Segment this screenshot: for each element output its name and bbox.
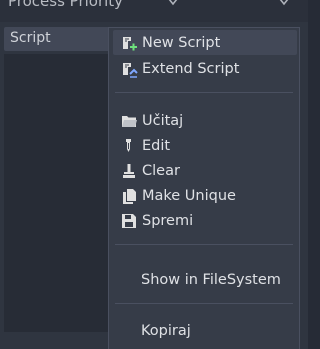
script-property-field[interactable]: Script: [4, 27, 120, 51]
menu-separator: [115, 244, 293, 245]
menu-item-label: Učitaj: [142, 112, 184, 129]
menu-item-label: Edit: [142, 137, 171, 154]
menu-separator: [115, 303, 293, 304]
menu-item-show-in-filesystem[interactable]: Show in FileSystem: [113, 267, 297, 292]
property-header: Process Priority: [0, 0, 308, 22]
menu-item-label: Show in FileSystem: [141, 271, 281, 288]
menu-item-clear[interactable]: Clear: [113, 158, 297, 183]
script-property-label: Script: [10, 30, 51, 46]
menu-item-label: Kopiraj: [141, 322, 191, 339]
menu-item-label: New Script: [142, 34, 221, 51]
chevron-down-icon[interactable]: [279, 0, 289, 6]
menu-item-copy[interactable]: Kopiraj: [113, 318, 297, 343]
new-script-icon: [120, 34, 138, 52]
duplicate-icon: [120, 187, 138, 205]
edit-icon: [120, 137, 138, 155]
menu-item-label: Make Unique: [142, 187, 236, 204]
property-header-label: Process Priority: [8, 0, 124, 10]
menu-item-label: Spremi: [142, 212, 194, 229]
clear-icon: [120, 162, 138, 180]
context-menu: New Script Extend Script Učitaj Edit Cle…: [108, 27, 300, 349]
menu-item-label: Extend Script: [142, 60, 240, 77]
extend-script-icon: [120, 60, 138, 78]
menu-item-edit[interactable]: Edit: [113, 133, 297, 158]
inspector-window: Process Priority Script New Script Exten…: [0, 0, 308, 349]
menu-item-load[interactable]: Učitaj: [113, 108, 297, 133]
menu-item-new-script[interactable]: New Script: [113, 30, 297, 55]
folder-icon: [120, 112, 138, 130]
menu-separator: [115, 92, 293, 93]
menu-item-save[interactable]: Spremi: [113, 208, 297, 233]
menu-item-label: Clear: [142, 162, 180, 179]
save-icon: [120, 212, 138, 230]
property-list-area: [4, 54, 120, 332]
menu-item-make-unique[interactable]: Make Unique: [113, 183, 297, 208]
menu-item-extend-script[interactable]: Extend Script: [113, 56, 297, 81]
chevron-down-icon[interactable]: [168, 0, 178, 6]
